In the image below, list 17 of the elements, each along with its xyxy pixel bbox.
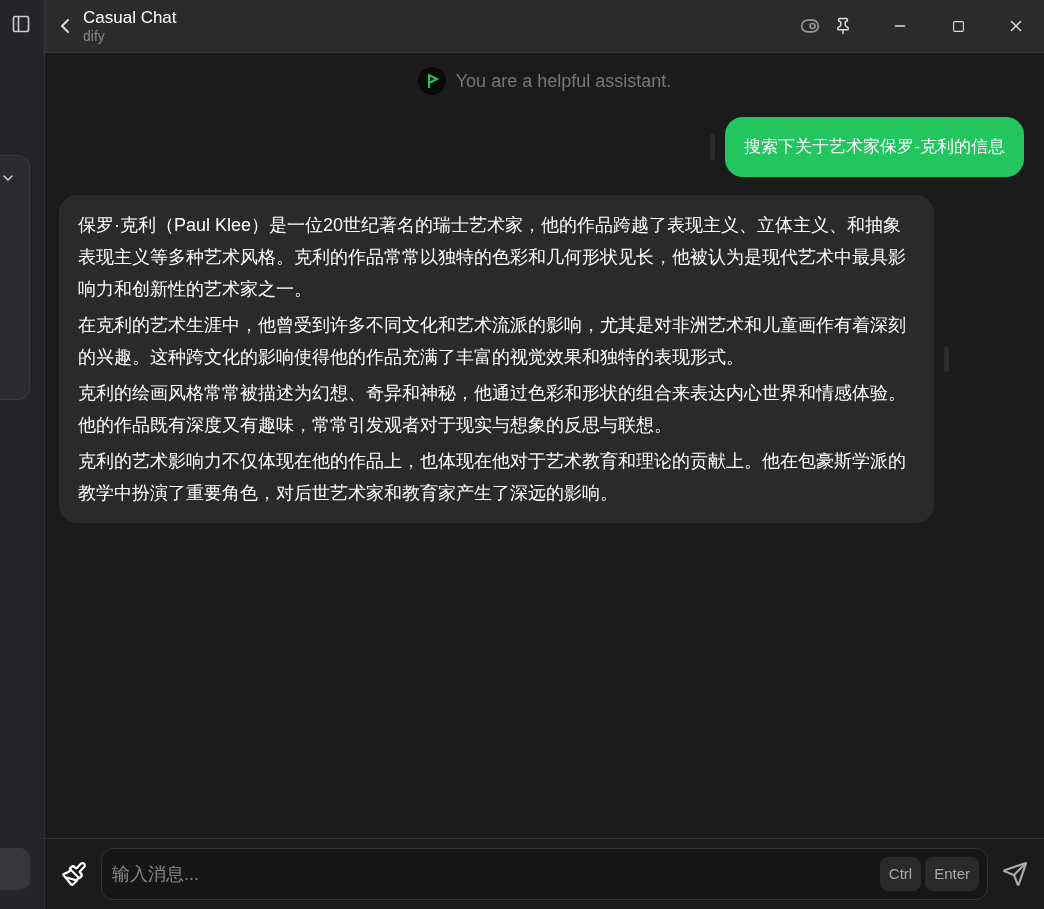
message-text: 克利的艺术影响力不仅体现在他的作品上，也体现在他对于艺术教育和理论的贡献上。他在包豪斯学派的教学中扮演了重要角色，对后世艺术家和教育家产生了深远的影响。 bbox=[78, 450, 907, 505]
window-subtitle: dify bbox=[83, 27, 106, 46]
flag-icon bbox=[417, 67, 446, 95]
keyboard-key: Ctrl bbox=[879, 856, 922, 892]
message-text: 克利的绘画风格常常被描述为幻想、奇异和神秘，他通过色彩和形状的组合来表达内心世界和情感体验。他的作品既有深度又有趣味，常常引发观者对于现实与想象的反思与联想。 bbox=[78, 382, 907, 437]
message-text: 搜索下关于艺术家保罗-克利的信息 bbox=[744, 136, 1005, 158]
message-text: 保罗·克利（Paul Klee）是一位20世纪著名的瑞士艺术家，他的作品跨越了表现主义、立体主义、和抽象表现主义等多种艺术风格。克利的作品常常以独特的色彩和几何形状见长，他被认为是现代艺术中最具影响力和创新性的艺术家之一。 bbox=[78, 214, 907, 301]
pin-icon[interactable] bbox=[834, 17, 852, 35]
message-text: 在克利的艺术生涯中，他曾受到许多不同文化和艺术流派的影响，尤其是对非洲艺术和儿童画作有着深刻的兴趣。这种跨文化的影响使得他的作品充满了丰富的视觉效果和独特的表现形式。 bbox=[78, 314, 907, 369]
window-title: Casual Chat bbox=[83, 6, 177, 28]
toggle-icon[interactable] bbox=[800, 16, 820, 36]
system-prompt: You are a helpful assistant. bbox=[455, 69, 672, 93]
send-icon[interactable] bbox=[1002, 861, 1028, 887]
message-field[interactable]: 输入消息... Ctrl Enter bbox=[101, 848, 988, 900]
brush-icon[interactable] bbox=[61, 861, 87, 887]
message-input[interactable]: 输入消息... bbox=[112, 860, 880, 888]
keyboard-key: Enter bbox=[925, 856, 979, 892]
